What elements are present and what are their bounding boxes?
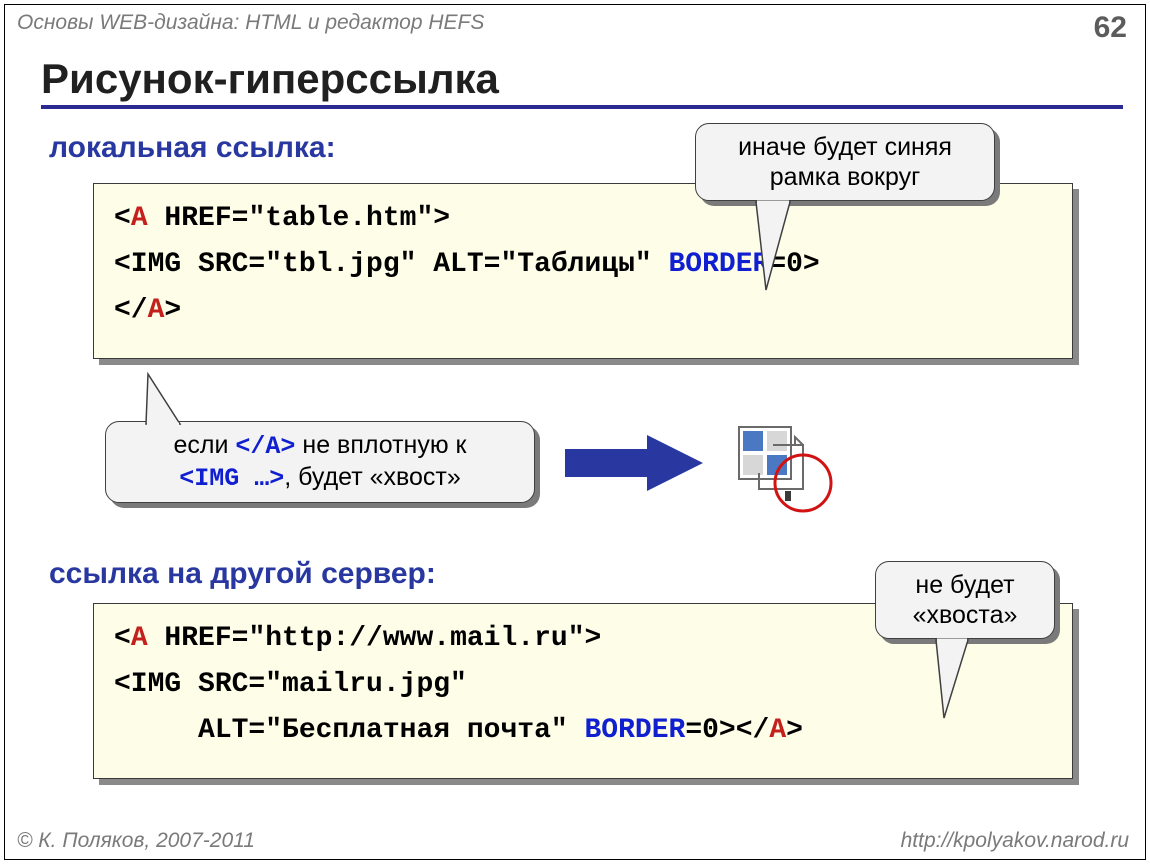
- footer-author: © К. Поляков, 2007-2011: [17, 829, 255, 853]
- image-tail-icon: [725, 417, 845, 522]
- page-number: 62: [1094, 11, 1127, 45]
- section-remote-link: ссылка на другой сервер:: [49, 557, 436, 591]
- code-box-local: <A HREF="table.htm"> <IMG SRC="tbl.jpg" …: [93, 183, 1073, 359]
- callout-tail-icon: [756, 202, 816, 292]
- title-rule: [41, 105, 1123, 109]
- breadcrumb: Основы WEB-дизайна: HTML и редактор HEFS: [17, 11, 484, 35]
- callout-blue-border: иначе будет синяя рамка вокруг: [695, 123, 995, 201]
- callout-tail-note: если </A> не вплотную к <IMG …>, будет «…: [105, 421, 535, 503]
- callout-tail-icon: [936, 640, 996, 720]
- callout-no-tail: не будет «хвоста»: [875, 561, 1055, 639]
- page-title: Рисунок-гиперссылка: [41, 55, 1145, 103]
- callout-tail-icon: [140, 374, 200, 434]
- arrow-right-icon: [565, 435, 705, 491]
- footer-url: http://kpolyakov.narod.ru: [901, 829, 1129, 853]
- code-local: <A HREF="table.htm"> <IMG SRC="tbl.jpg" …: [114, 196, 1052, 334]
